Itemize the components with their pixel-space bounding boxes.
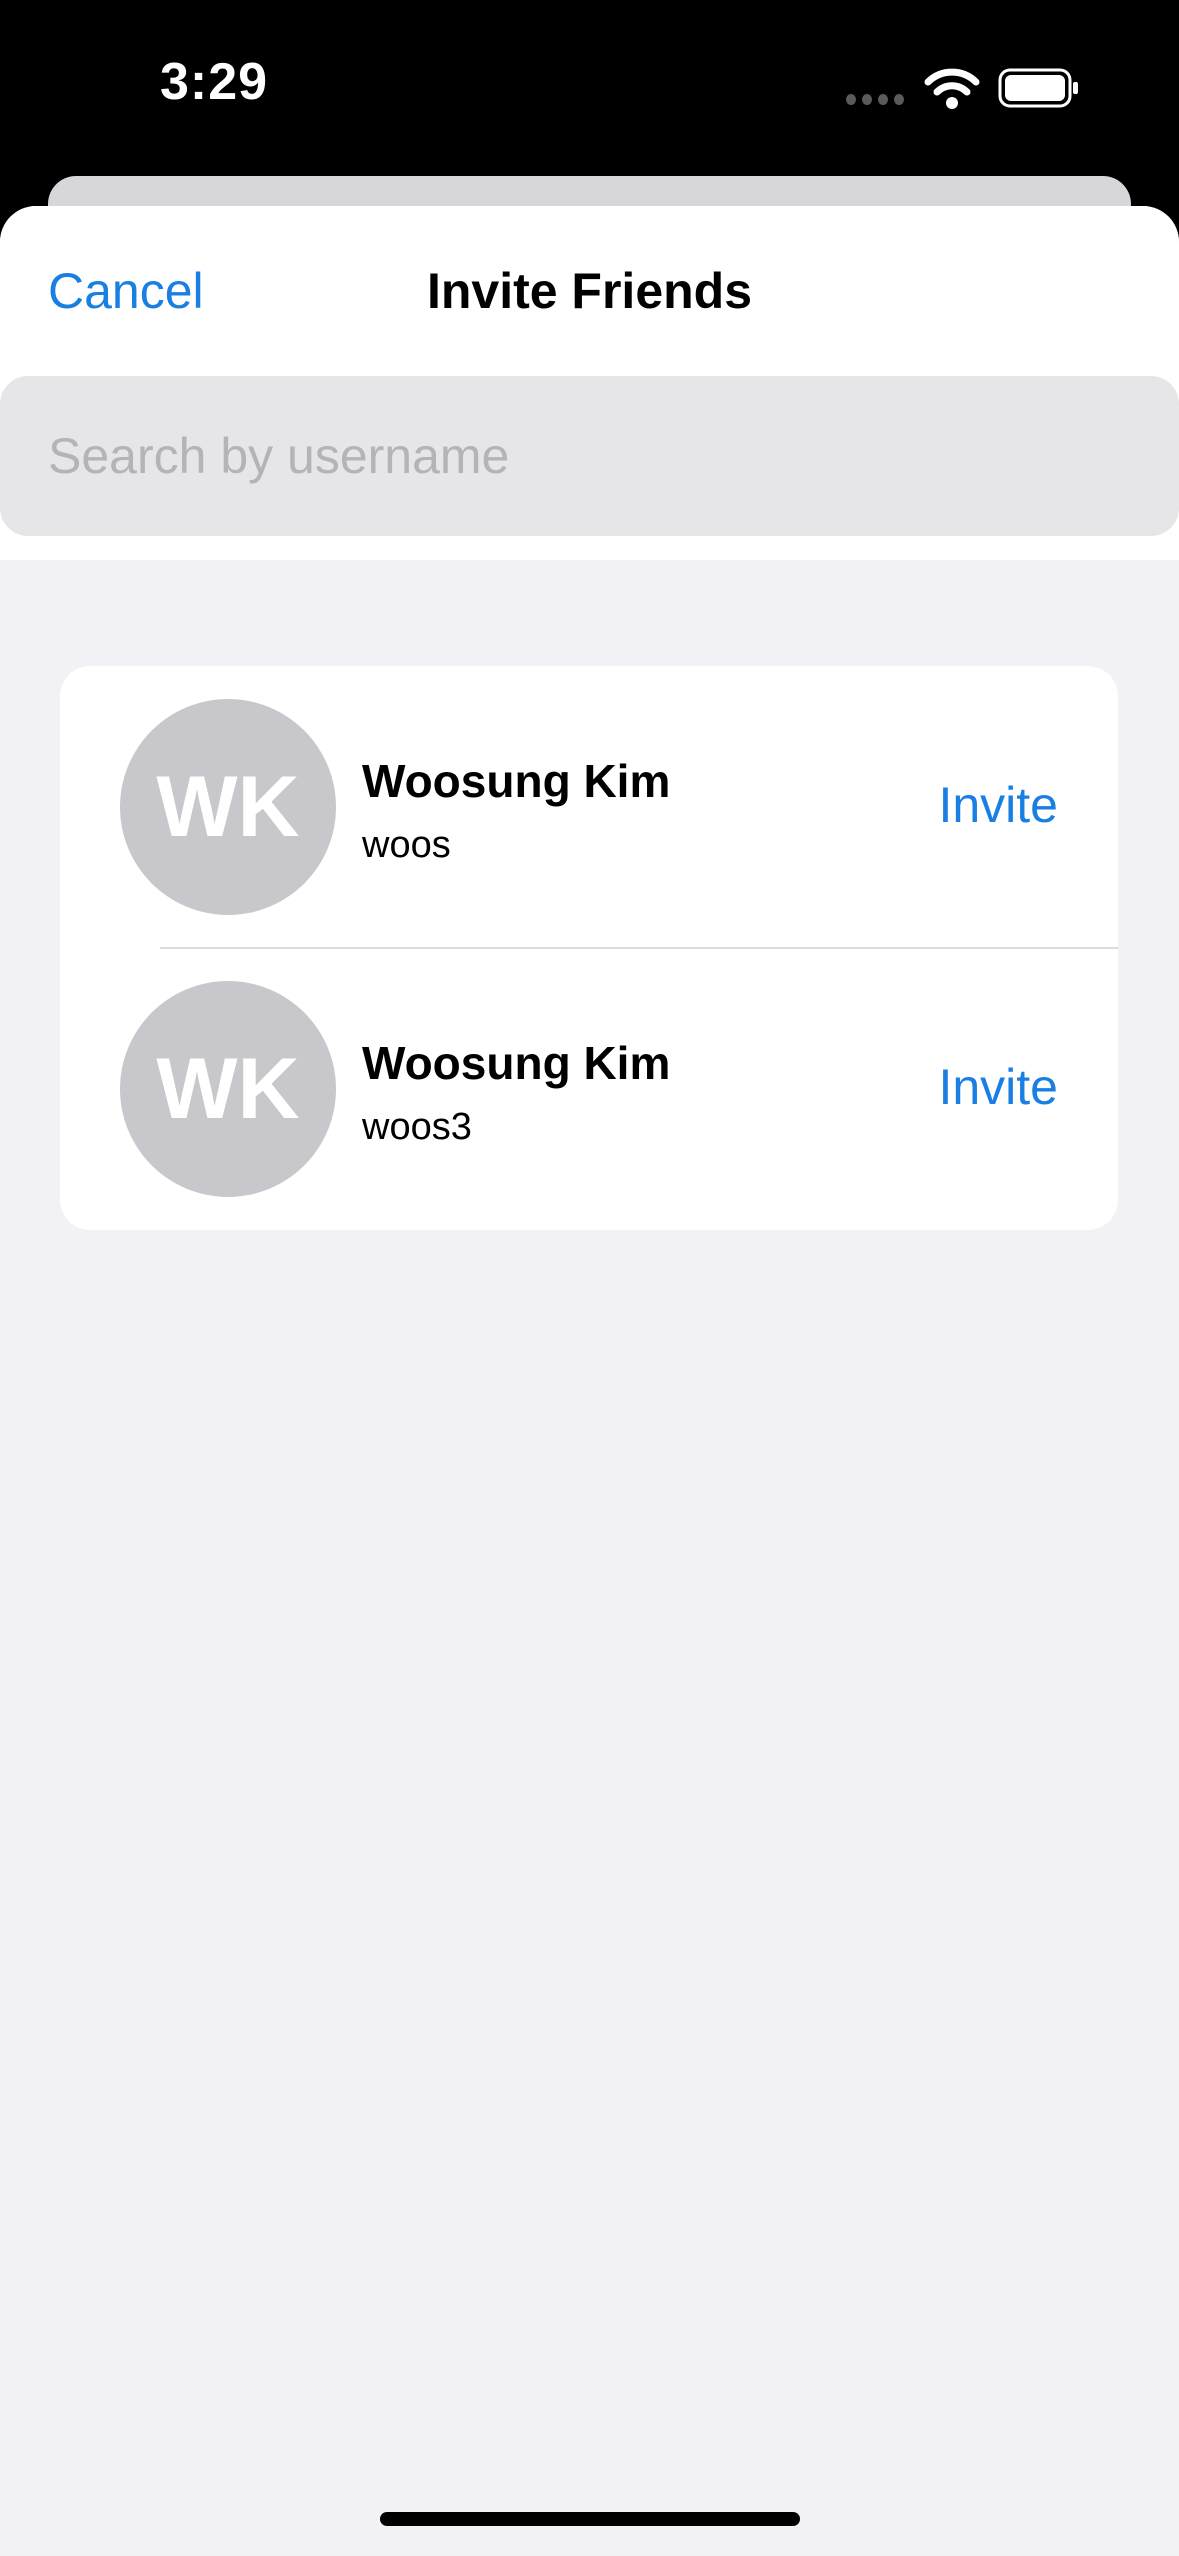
nav-header: Cancel Invite Friends: [0, 206, 1179, 560]
friend-name: Woosung Kim: [362, 1037, 671, 1089]
friends-list: WK Woosung Kim woos Invite WK Woosung Ki…: [60, 666, 1118, 1230]
friend-name: Woosung Kim: [362, 755, 671, 807]
search-box[interactable]: [0, 376, 1179, 536]
status-time: 3:29: [160, 53, 269, 111]
status-bar: 3:29: [0, 0, 1179, 176]
avatar: WK: [120, 699, 336, 915]
battery-icon: [998, 68, 1078, 108]
avatar: WK: [120, 981, 336, 1197]
wifi-icon: [924, 68, 980, 109]
list-item: WK Woosung Kim woos3 Invite: [60, 948, 1118, 1230]
friend-username: woos3: [362, 1106, 472, 1148]
list-item: WK Woosung Kim woos Invite: [60, 666, 1118, 949]
home-indicator[interactable]: [380, 2512, 800, 2526]
friend-username: woos: [362, 824, 451, 866]
page-title: Invite Friends: [426, 263, 753, 319]
signal-dots-icon: [846, 94, 904, 106]
search-input[interactable]: [48, 376, 1148, 536]
invite-button[interactable]: Invite: [938, 1058, 1058, 1116]
invite-friends-sheet: Cancel Invite Friends WK Woosung Kim woo…: [0, 206, 1179, 2556]
invite-button[interactable]: Invite: [938, 776, 1058, 834]
